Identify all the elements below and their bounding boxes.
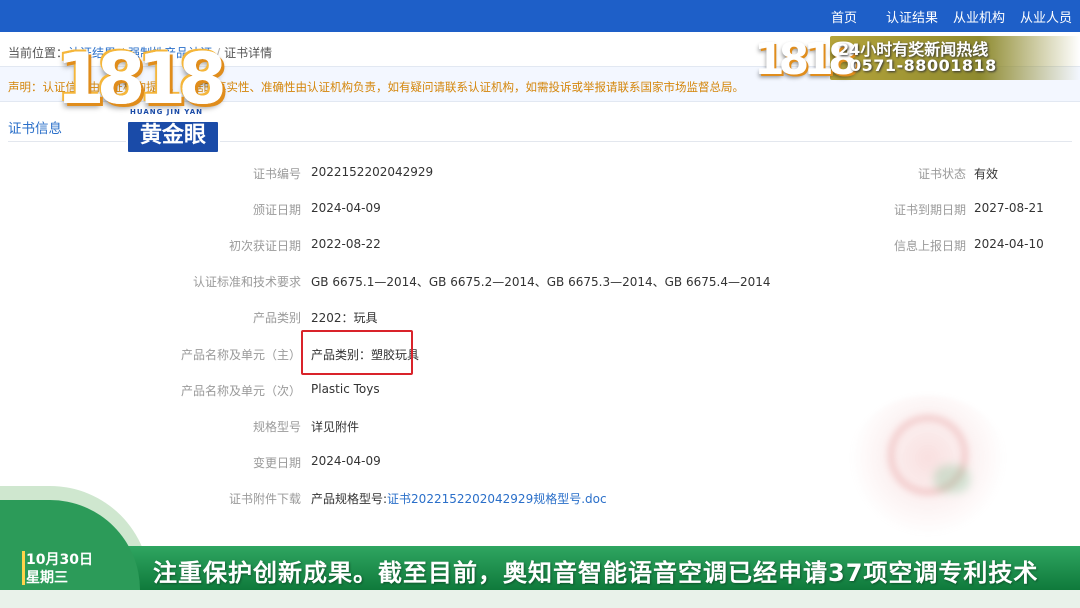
top-nav-bar: 首页 认证结果 从业机构 从业人员 (0, 0, 1080, 32)
blurred-seal-stamp (848, 395, 1008, 535)
broadcast-weekday: 星期三 (26, 570, 68, 586)
field-label-model: 规格型号 (252, 420, 301, 434)
field-value-cert-status: 有效 (974, 167, 999, 181)
stamp-blur (934, 465, 970, 493)
field-value-product-name-sub: Plastic Toys (311, 382, 380, 396)
field-label-report-date: 信息上报日期 (893, 239, 966, 253)
field-label-cert-status: 证书状态 (917, 167, 966, 181)
field-label-first-issue-date: 初次获证日期 (228, 239, 301, 253)
field-value-change-date: 2024-04-09 (311, 454, 381, 468)
field-value-standards: GB 6675.1—2014、GB 6675.2—2014、GB 6675.3—… (311, 275, 771, 289)
date-accent-line (22, 551, 25, 585)
nav-institutions[interactable]: 从业机构 (953, 7, 1005, 26)
field-label-product-name-main: 产品名称及单元（主） (180, 348, 301, 362)
logo-digits: 1818 (56, 38, 227, 120)
hotline-number: 0571-88001818 (850, 56, 997, 75)
field-value-first-issue-date: 2022-08-22 (311, 237, 381, 251)
news-ticker-text: 注重保护创新成果。截至目前，奥知音智能语音空调已经申请37项空调专利技术 (153, 559, 1039, 587)
field-label-standards: 认证标准和技术要求 (192, 275, 301, 289)
broadcast-date-day: 10月30日 (26, 552, 93, 568)
section-title: 证书信息 (8, 121, 62, 137)
nav-certification-results[interactable]: 认证结果 (886, 7, 938, 26)
field-label-product-name-sub: 产品名称及单元（次） (180, 384, 301, 398)
attachment-prefix: 产品规格型号: (311, 492, 388, 506)
highlight-box (301, 330, 413, 375)
field-label-attachment: 证书附件下载 (228, 492, 301, 506)
field-value-cert-number: 2022152202042929 (311, 165, 434, 179)
news-hotline-banner: 1818 24小时有奖新闻热线 0571-88001818 (754, 32, 1080, 88)
field-value-report-date: 2024-04-10 (974, 237, 1044, 251)
field-label-change-date: 变更日期 (252, 456, 301, 470)
field-value-model: 详见附件 (311, 420, 360, 434)
field-label-issue-date: 颁证日期 (252, 203, 301, 217)
field-label-cert-number: 证书编号 (252, 167, 301, 181)
field-label-expiry-date: 证书到期日期 (893, 203, 966, 217)
logo-pinyin: HUANG JIN YAN (130, 108, 203, 116)
field-value-issue-date: 2024-04-09 (311, 201, 381, 215)
attachment-download-link[interactable]: 证书2022152202042929规格型号.doc (387, 492, 607, 506)
field-value-expiry-date: 2027-08-21 (974, 201, 1044, 215)
field-value-product-category: 2202：玩具 (311, 311, 378, 325)
nav-personnel[interactable]: 从业人员 (1020, 7, 1072, 26)
bottom-strip (0, 590, 1080, 608)
channel-logo: 1818 HUANG JIN YAN 黄金眼 (56, 38, 227, 156)
breadcrumb-item-current: 证书详情 (224, 46, 273, 60)
logo-name-badge: 黄金眼 (126, 120, 220, 154)
nav-home[interactable]: 首页 (831, 7, 857, 26)
field-value-attachment: 产品规格型号:证书2022152202042929规格型号.doc (311, 490, 607, 507)
broadcast-date: 10月30日 星期三 (22, 549, 142, 587)
field-label-product-category: 产品类别 (252, 311, 301, 325)
